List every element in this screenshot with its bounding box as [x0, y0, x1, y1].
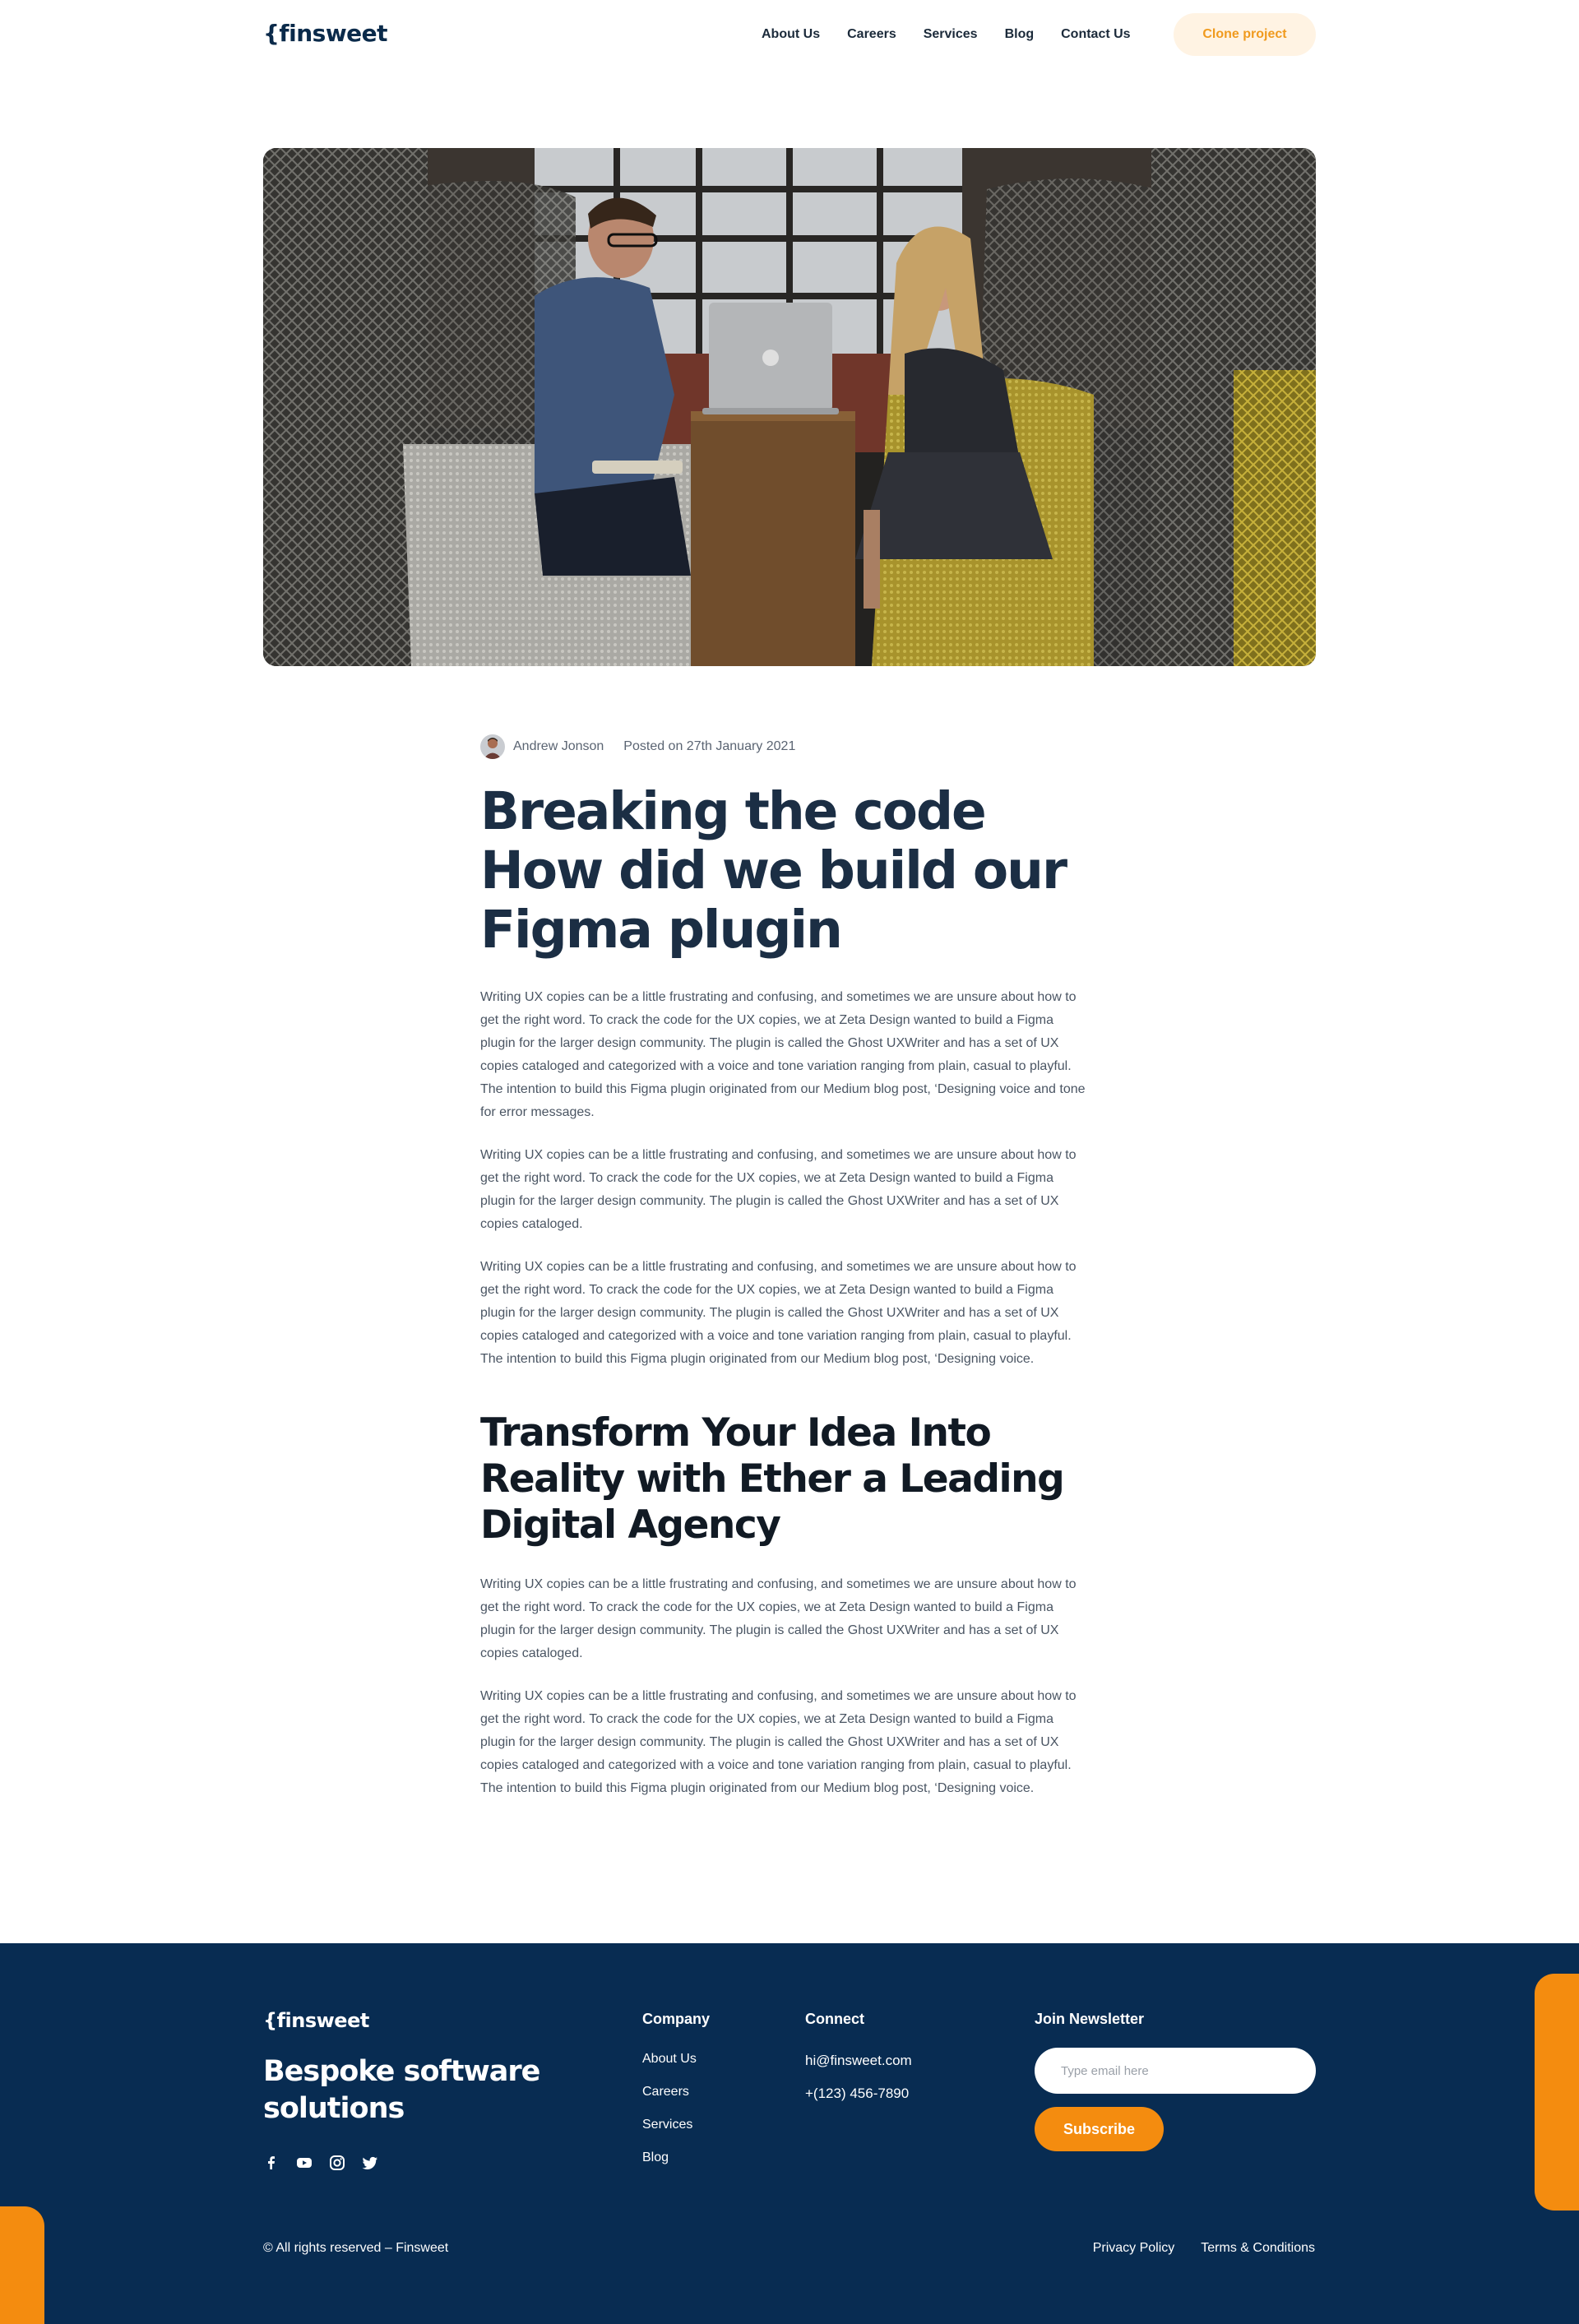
post-date: Posted on 27th January 2021 — [623, 739, 796, 753]
article-subtitle: Transform Your Idea Into Reality with Et… — [480, 1410, 1065, 1548]
footer-link-careers[interactable]: Careers — [642, 2084, 710, 2100]
article-paragraph: Writing UX copies can be a little frustr… — [480, 990, 1086, 1119]
subscribe-button[interactable]: Subscribe — [1035, 2107, 1164, 2151]
footer-company-column: Company About Us Careers Services Blog — [642, 2010, 710, 2183]
footer-tagline: Bespoke software solutions — [263, 2055, 540, 2125]
site-header: {finsweet About Us Careers Services Blog… — [0, 0, 1579, 69]
copyright-text: © All rights reserved – Finsweet — [263, 2241, 449, 2255]
footer-link-services[interactable]: Services — [642, 2117, 710, 2133]
main-nav: About Us Careers Services Blog Contact U… — [762, 25, 1131, 44]
nav-contact-us[interactable]: Contact Us — [1061, 25, 1130, 44]
author-name[interactable]: Andrew Jonson — [513, 739, 604, 754]
nav-services[interactable]: Services — [924, 25, 978, 44]
newsletter-column: Join Newsletter Subscribe — [1035, 2010, 1316, 2151]
article-paragraph: Writing UX copies can be a little frustr… — [480, 1260, 1077, 1366]
footer-link-blog[interactable]: Blog — [642, 2150, 710, 2166]
twitter-icon[interactable] — [362, 2155, 378, 2171]
clone-project-button[interactable]: Clone project — [1174, 13, 1316, 56]
floating-side-tab-left[interactable] — [0, 2206, 44, 2324]
privacy-policy-link[interactable]: Privacy Policy — [1093, 2241, 1175, 2256]
article-title: Breaking the code How did we build our F… — [480, 781, 1067, 960]
newsletter-heading: Join Newsletter — [1035, 2011, 1145, 2027]
post-meta: Andrew Jonson Posted on 27th January 202… — [480, 734, 1089, 759]
article-paragraph: Writing UX copies can be a little frustr… — [480, 1577, 1077, 1660]
footer-link-about-us[interactable]: About Us — [642, 2051, 710, 2067]
instagram-icon[interactable] — [329, 2155, 345, 2171]
terms-conditions-link[interactable]: Terms & Conditions — [1201, 2241, 1315, 2256]
floating-side-tab-right[interactable] — [1535, 1974, 1579, 2211]
connect-heading: Connect — [805, 2011, 864, 2027]
finsweet-logo[interactable]: {finsweet — [263, 20, 388, 47]
company-heading: Company — [642, 2011, 711, 2027]
author-avatar — [480, 734, 505, 759]
site-footer: {finsweet Bespoke software solutions Com… — [0, 1943, 1579, 2324]
nav-careers[interactable]: Careers — [847, 25, 896, 44]
contact-email[interactable]: hi@finsweet.com — [805, 2053, 912, 2069]
newsletter-email-input[interactable] — [1035, 2048, 1316, 2094]
article: Andrew Jonson Posted on 27th January 202… — [480, 734, 1089, 1800]
footer-logo[interactable]: {finsweet — [263, 2009, 369, 2032]
hero-image — [263, 148, 1316, 666]
facebook-icon[interactable] — [263, 2155, 280, 2171]
footer-connect-column: Connect hi@finsweet.com +(123) 456-7890 — [805, 2010, 912, 2118]
nav-about-us[interactable]: About Us — [762, 25, 820, 44]
youtube-icon[interactable] — [296, 2155, 313, 2171]
article-paragraph: Writing UX copies can be a little frustr… — [480, 1148, 1077, 1231]
legal-links: Privacy Policy Terms & Conditions — [1093, 2241, 1315, 2256]
nav-blog[interactable]: Blog — [1005, 25, 1035, 44]
social-links — [263, 2155, 378, 2171]
contact-phone[interactable]: +(123) 456-7890 — [805, 2086, 912, 2102]
article-paragraph: Writing UX copies can be a little frustr… — [480, 1689, 1077, 1795]
